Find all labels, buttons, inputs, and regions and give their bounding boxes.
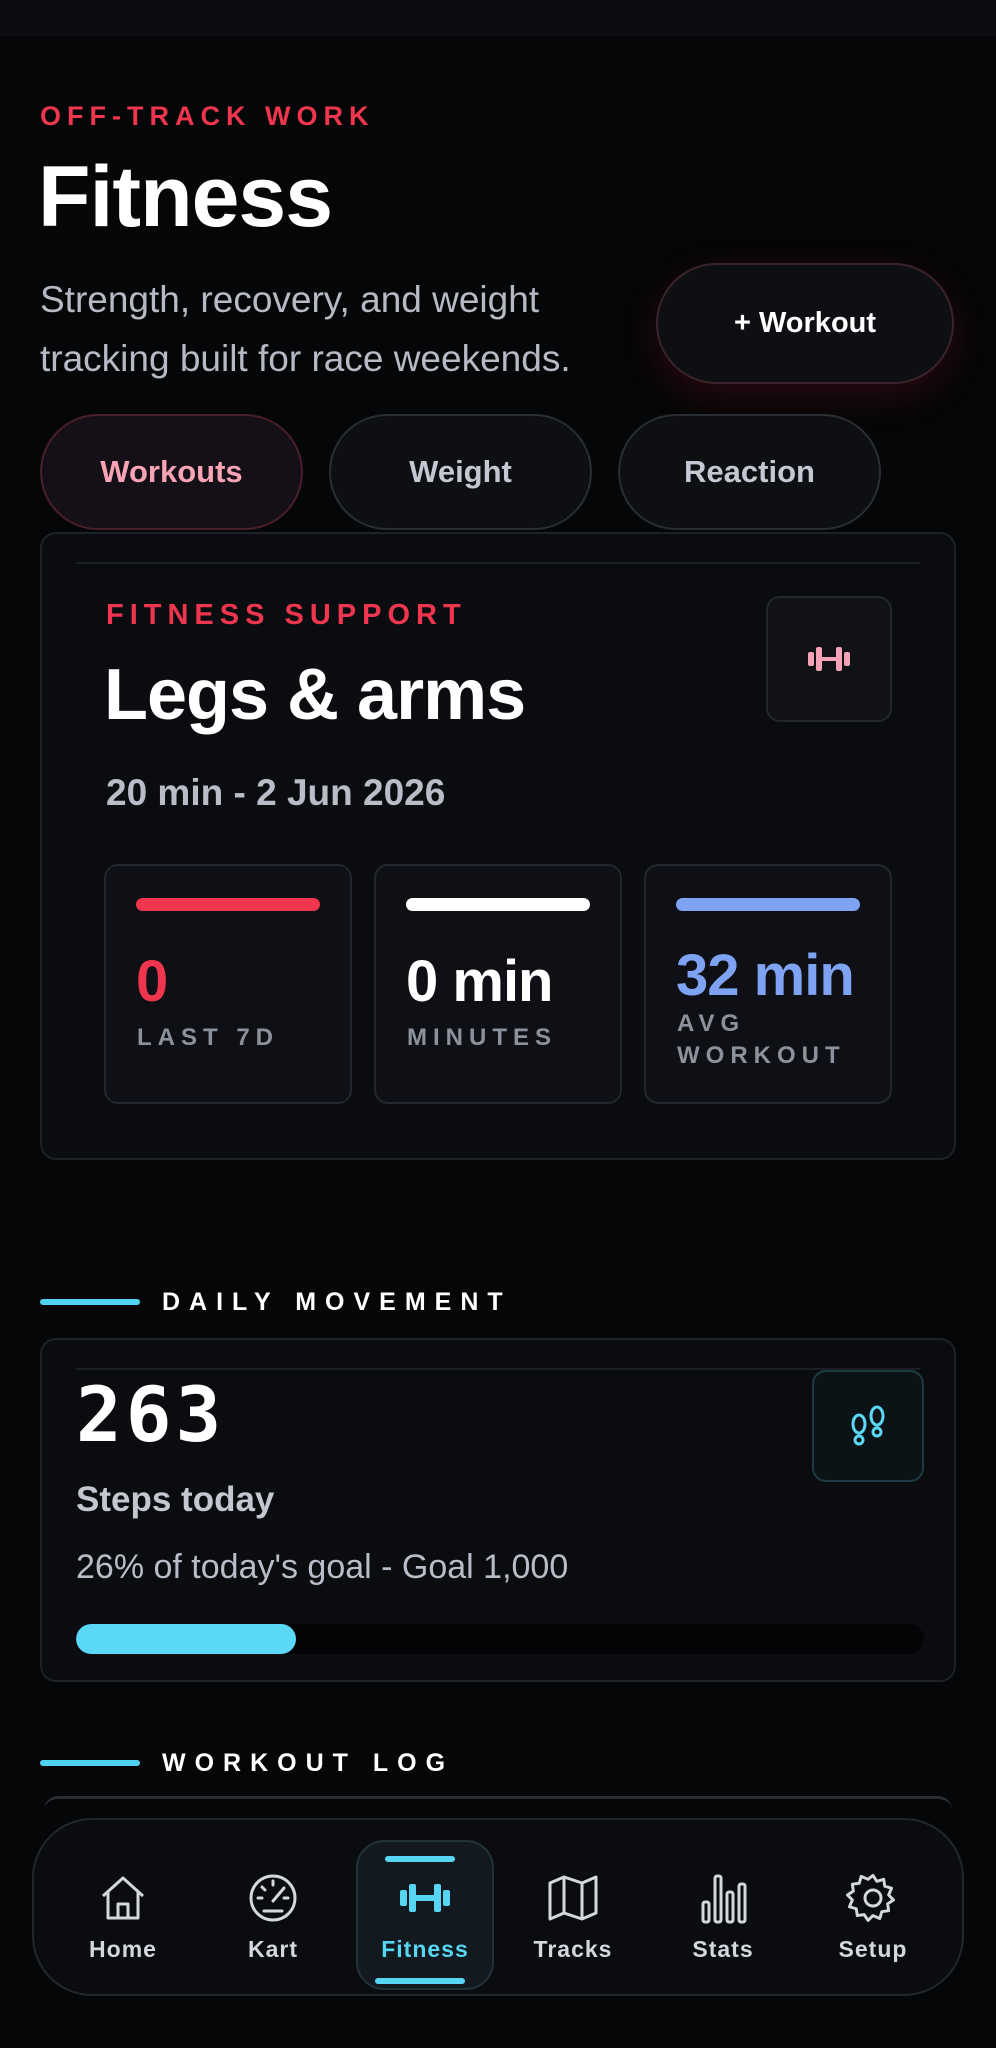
stat-label: MINUTES [407,1024,557,1051]
stat-minutes: 0 min MINUTES [374,864,622,1104]
stat-label: LAST 7D [137,1024,280,1051]
nav-item-stats[interactable]: Stats [648,1820,798,1994]
bar-chart-icon [695,1870,751,1926]
nav-label: Setup [838,1936,908,1962]
section-accent-line [40,1299,140,1305]
section-title-workout-log: WORKOUT LOG [162,1749,455,1777]
dumbbell-icon [397,1870,453,1926]
card-divider [76,562,920,564]
page-subtitle: Strength, recovery, and weight tracking … [40,279,571,379]
nav-label: Fitness [381,1936,469,1962]
stat-bar [406,898,590,911]
map-icon [545,1870,601,1926]
nav-item-setup[interactable]: Setup [798,1820,948,1994]
steps-goal-text: 26% of today's goal - Goal 1,000 [76,1548,569,1586]
nav-label: Tracks [533,1936,613,1962]
tab-reaction[interactable]: Reaction [618,414,881,530]
nav-item-kart[interactable]: Kart [198,1820,348,1994]
section-title-daily-movement: DAILY MOVEMENT [162,1288,512,1316]
status-bar-area [0,0,996,36]
footprints-icon [812,1370,924,1482]
speedometer-icon [245,1870,301,1926]
nav-item-tracks[interactable]: Tracks [498,1820,648,1994]
nav-item-home[interactable]: Home [48,1820,198,1994]
page-title: Fitness [38,149,333,245]
steps-label: Steps today [76,1480,275,1519]
gear-icon [845,1870,901,1926]
nav-label: Kart [247,1936,298,1962]
nav-label: Home [89,1936,157,1962]
section-accent-line [40,1760,140,1766]
stat-bar [676,898,860,911]
stat-value: 0 min [406,949,553,1014]
nav-item-fitness[interactable]: Fitness [350,1820,500,1994]
stat-last-7d: 0 LAST 7D [104,864,352,1104]
bottom-nav: Home Kart Fitness Tracks Stats Setup [32,1818,964,1996]
stat-bar [136,898,320,911]
stat-avg-workout: 32 min AVG WORKOUT [644,864,892,1104]
fitness-support-card: FITNESS SUPPORT Legs & arms 20 min - 2 J… [40,532,956,1160]
dumbbell-icon [766,596,892,722]
page-eyebrow: OFF-TRACK WORK [40,101,375,131]
steps-progress-fill [76,1624,297,1654]
steps-count: 263 [76,1370,226,1459]
add-workout-button[interactable]: + Workout [656,263,954,384]
card-eyebrow: FITNESS SUPPORT [106,599,467,631]
stat-value: 32 min [676,943,855,1008]
stat-value: 0 [136,949,168,1014]
tab-weight[interactable]: Weight [329,414,592,530]
steps-progress-bar [76,1624,924,1654]
nav-label: Stats [692,1936,754,1962]
workout-meta: 20 min - 2 Jun 2026 [106,772,446,813]
stat-label: AVG WORKOUT [677,1010,846,1069]
tab-workouts[interactable]: Workouts [40,414,303,530]
workout-title: Legs & arms [104,655,526,735]
daily-movement-card: 263 Steps today 26% of today's goal - Go… [40,1338,956,1682]
home-icon [95,1870,151,1926]
